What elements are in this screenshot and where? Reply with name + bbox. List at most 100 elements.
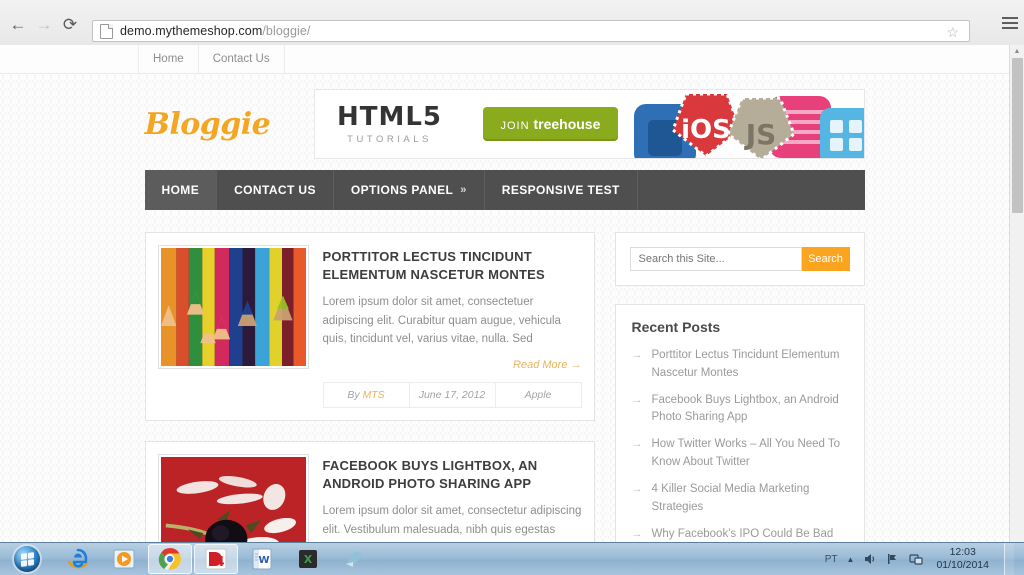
browser-menu-icon[interactable] (1002, 14, 1018, 32)
read-more-link[interactable]: Read More → (323, 359, 581, 371)
ad-banner[interactable]: HTML5 TUTORIALS JOIN treehouse iOS JS (313, 89, 865, 159)
site-header: Bloggie HTML5 TUTORIALS JOIN treehouse i… (145, 74, 865, 160)
arrow-right-icon: → (631, 438, 643, 451)
taskbar-clock[interactable]: 12:03 01/10/2014 (936, 546, 989, 572)
search-form: Search (629, 247, 850, 271)
bookmark-star-icon[interactable]: ☆ (946, 24, 959, 41)
back-icon[interactable]: ← (6, 14, 30, 36)
svg-text:4: 4 (215, 555, 224, 570)
search-widget: Search (614, 232, 865, 286)
taskbar-item-chrome[interactable] (148, 544, 192, 574)
list-item[interactable]: → Facebook Buys Lightbox, an Android Pho… (630, 392, 850, 428)
internet-explorer-icon (67, 548, 89, 569)
arrow-right-icon: → (631, 482, 643, 495)
search-input[interactable] (629, 247, 802, 271)
top-nav-spacer (0, 45, 139, 73)
colored-pencils-icon (160, 248, 306, 366)
scrollbar-thumb[interactable] (1012, 58, 1023, 213)
address-bar[interactable]: demo.mythemeshop.com/bloggie/ ☆ (92, 20, 970, 42)
ad-badges-svg: iOS JS (633, 92, 864, 158)
network-icon[interactable] (886, 552, 900, 566)
ad-join-button[interactable]: JOIN treehouse (482, 107, 619, 141)
chrome-icon (158, 548, 181, 570)
post-title[interactable]: Porttitor Lectus Tincidunt Elementum Nas… (323, 248, 582, 283)
recent-post-link[interactable]: Why Facebook's IPO Could Be Bad News For… (652, 526, 850, 544)
system-tray: PT ▲ 12:03 01/10/2014 (825, 543, 1024, 575)
list-item[interactable]: → 4 Killer Social Media Marketing Strate… (630, 481, 850, 517)
ad-title: HTML5 (336, 101, 443, 132)
tray-expand-arrow-icon[interactable]: ▲ (847, 555, 855, 564)
language-indicator[interactable]: PT (825, 554, 838, 565)
nav-item-options-panel-label: OPTIONS PANEL (350, 183, 454, 197)
nav-item-responsive-test[interactable]: RESPONSIVE TEST (485, 170, 638, 210)
ad-subtitle: TUTORIALS (347, 133, 432, 145)
ad-brand-word: treehouse (533, 116, 601, 132)
ad-join-word: JOIN (500, 120, 530, 132)
taskbar-item-media-player[interactable] (102, 544, 146, 574)
post-meta-author: By MTS (324, 382, 410, 407)
ad-badge-ios-label: iOS (681, 115, 731, 145)
post-thumbnail[interactable] (157, 245, 309, 369)
ad-text-block: HTML5 TUTORIALS (315, 104, 465, 145)
notes-icon (346, 551, 362, 567)
posts-column: Porttitor Lectus Tincidunt Elementum Nas… (144, 232, 595, 543)
nav-item-home-label: HOME (161, 183, 200, 197)
post-item: Porttitor Lectus Tincidunt Elementum Nas… (144, 232, 595, 421)
sidebar: Search Recent Posts → Porttitor Lectus T… (614, 232, 865, 544)
arrow-right-icon: → (631, 527, 643, 540)
url-domain: demo.mythemeshop.com (120, 24, 263, 38)
taskbar-item-pdf-app[interactable]: 4 (194, 544, 238, 574)
svg-text:X: X (304, 553, 313, 566)
nav-item-contact-us-label: CONTACT US (234, 183, 316, 197)
arrow-right-icon: → (631, 349, 643, 361)
nav-item-home[interactable]: HOME (144, 170, 218, 210)
taskbar-item-word[interactable]: W (240, 544, 284, 574)
action-center-icon[interactable] (909, 552, 924, 566)
search-button[interactable]: Search (801, 247, 850, 271)
nav-item-responsive-test-label: RESPONSIVE TEST (501, 183, 620, 197)
word-icon: W (252, 548, 272, 570)
arrow-right-icon: → (631, 393, 643, 406)
post-item: Facebook Buys Lightbox, an Android Photo… (144, 440, 595, 543)
nav-item-contact-us[interactable]: CONTACT US (217, 170, 334, 210)
taskbar-item-internet-explorer[interactable] (56, 544, 100, 574)
recent-posts-title: Recent Posts (631, 319, 721, 335)
post-body: Facebook Buys Lightbox, an Android Photo… (323, 454, 582, 543)
ad-badge-js-label: JS (743, 118, 776, 151)
site-top-nav: Home Contact Us (0, 45, 1009, 74)
show-desktop-button[interactable] (1004, 543, 1014, 575)
recent-post-link[interactable]: 4 Killer Social Media Marketing Strategi… (652, 481, 850, 517)
post-thumbnail[interactable] (157, 453, 309, 543)
post-excerpt: Lorem ipsum dolor sit amet, consectetur … (322, 505, 582, 543)
svg-text:W: W (258, 555, 269, 566)
reload-icon[interactable]: ⟳ (58, 14, 82, 36)
address-bar-url: demo.mythemeshop.com/bloggie/ (120, 24, 311, 38)
windows-taskbar: 4 W X PT ▲ 12:03 01/10/2014 (0, 542, 1024, 575)
post-title[interactable]: Facebook Buys Lightbox, an Android Photo… (323, 457, 582, 492)
recent-post-link[interactable]: Porttitor Lectus Tincidunt Elementum Nas… (652, 347, 850, 383)
start-button[interactable] (0, 543, 54, 575)
ad-artwork: iOS JS (624, 90, 864, 158)
page-viewport: Home Contact Us Bloggie HTML5 TUTORIALS … (0, 45, 1009, 543)
volume-icon[interactable] (863, 552, 877, 566)
post-meta-author-link[interactable]: MTS (363, 389, 385, 401)
scroll-up-arrow[interactable]: ▲ (1010, 45, 1024, 58)
taskbar-item-notes[interactable] (332, 544, 376, 574)
site-logo[interactable]: Bloggie (145, 107, 271, 142)
post-meta-category[interactable]: Apple (496, 383, 581, 407)
top-nav-item-home[interactable]: Home (139, 45, 199, 73)
red-flower-petals-icon (160, 456, 306, 543)
top-nav-item-contact[interactable]: Contact Us (199, 45, 285, 73)
list-item[interactable]: → Why Facebook's IPO Could Be Bad News F… (630, 526, 850, 544)
list-item[interactable]: → How Twitter Works – All You Need To Kn… (630, 436, 850, 472)
forward-icon: → (35, 15, 53, 34)
clock-date: 01/10/2014 (936, 559, 989, 571)
list-item[interactable]: → Porttitor Lectus Tincidunt Elementum N… (630, 347, 850, 383)
recent-post-link[interactable]: How Twitter Works – All You Need To Know… (652, 436, 850, 472)
taskbar-item-excel[interactable]: X (286, 544, 330, 574)
excel-icon: X (299, 550, 317, 568)
windows-logo-icon (14, 546, 40, 572)
page-scrollbar[interactable]: ▲ (1009, 45, 1024, 543)
recent-post-link[interactable]: Facebook Buys Lightbox, an Android Photo… (652, 392, 850, 428)
nav-item-options-panel[interactable]: OPTIONS PANEL » (334, 170, 485, 210)
